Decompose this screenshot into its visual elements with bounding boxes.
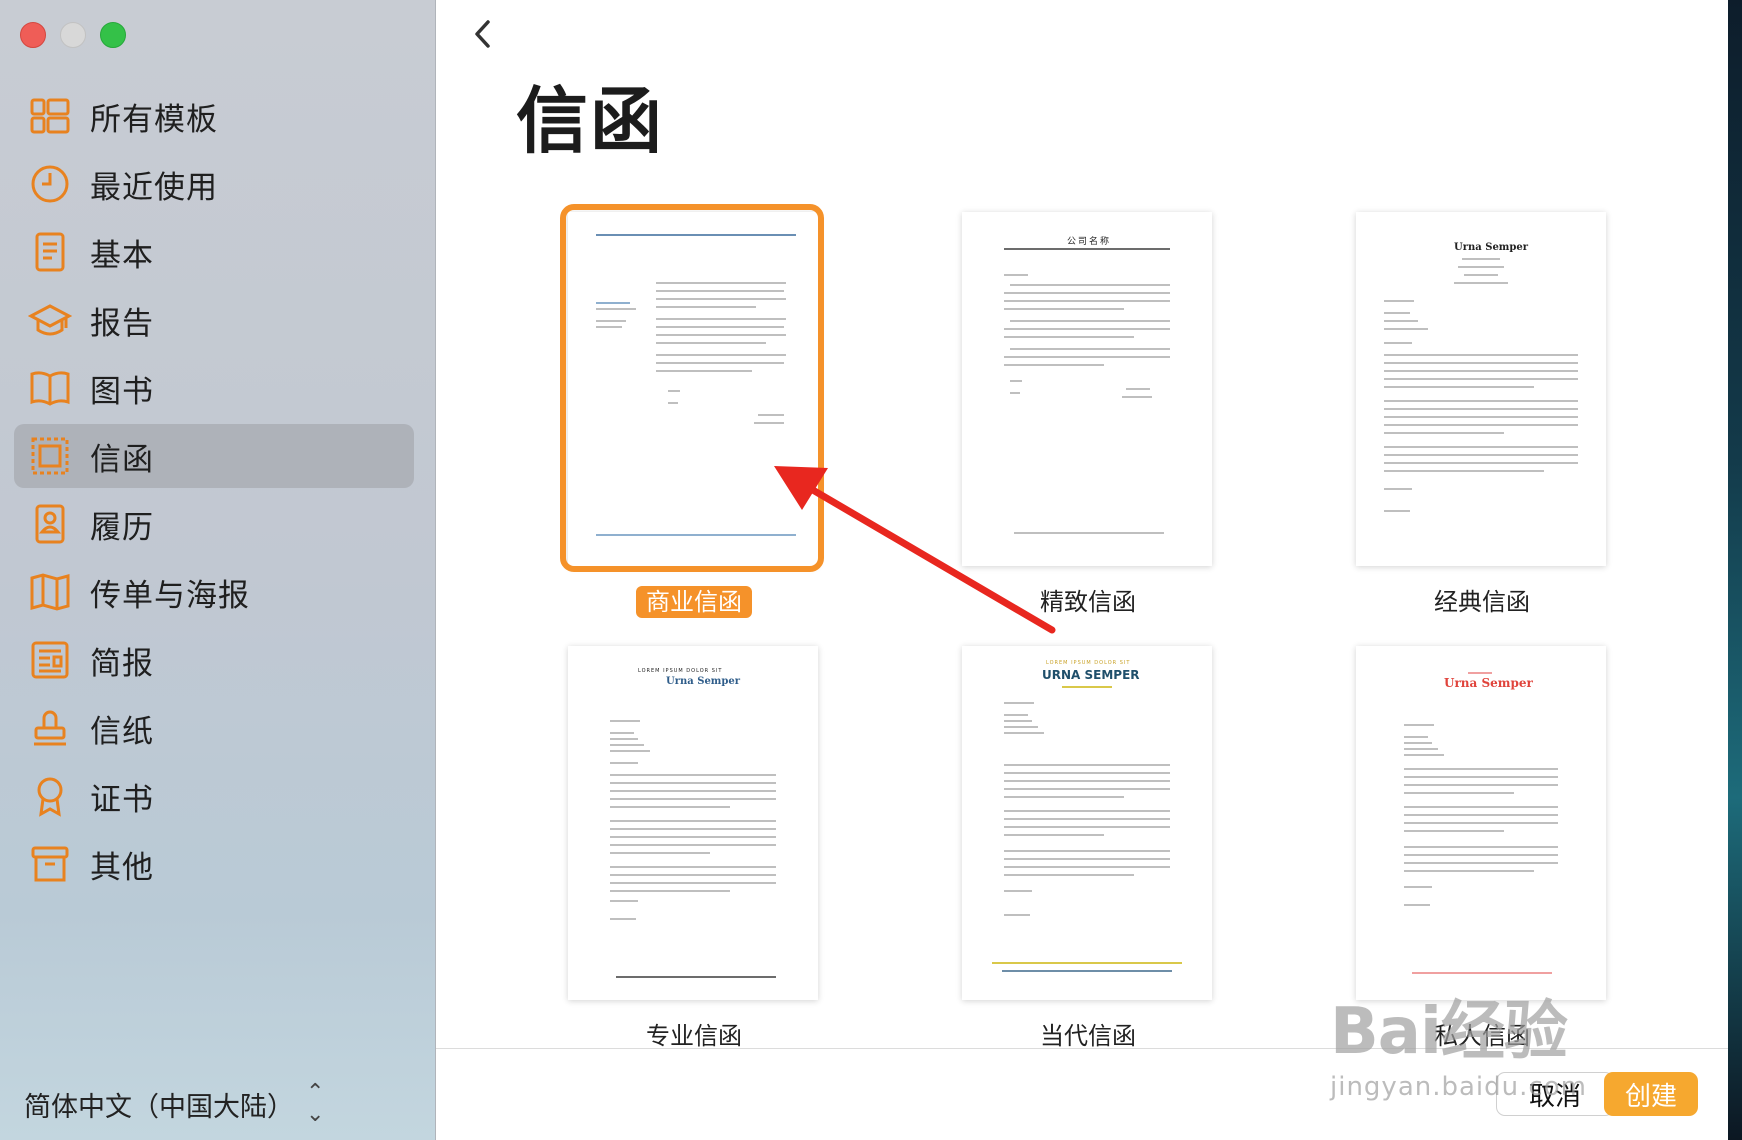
template-label: 当代信函 — [1040, 1022, 1136, 1050]
template-thumbnail: LOREM IPSUM DOLOR SIT URNA SEMPER — [962, 646, 1214, 1002]
clock-icon — [26, 160, 74, 208]
sidebar-item-label: 信纸 — [90, 713, 154, 750]
document-icon — [26, 228, 74, 276]
sidebar-item-recent[interactable]: 最近使用 — [14, 152, 414, 216]
window-maximize-button[interactable] — [100, 22, 126, 48]
desktop-background — [1728, 0, 1742, 1140]
sidebar-item-certificates[interactable]: 证书 — [14, 764, 414, 828]
language-label: 简体中文（中国大陆） — [24, 1091, 294, 1123]
sidebar-item-label: 信函 — [90, 441, 154, 478]
template-thumbnail: LOREM IPSUM DOLOR SIT Urna Semper — [568, 646, 820, 1002]
template-thumbnail: 公司名称 — [962, 212, 1214, 568]
sidebar-item-label: 履历 — [90, 509, 154, 546]
thumbnail-page: LOREM IPSUM DOLOR SIT Urna Semper — [568, 646, 818, 1000]
archive-box-icon — [26, 840, 74, 888]
resume-icon — [26, 500, 74, 548]
sidebar-item-label: 基本 — [90, 237, 154, 274]
language-selector[interactable]: 简体中文（中国大陆） ⌃ ⌄ — [24, 1082, 324, 1126]
all-templates-icon — [26, 92, 74, 140]
template-gallery: 信函 商业信函 公司名称 精致信函 Urna Semper 经典信函 LOREM… — [436, 0, 1738, 1140]
book-icon — [26, 364, 74, 412]
thumbnail-page: Urna Semper — [1356, 646, 1606, 1000]
sidebar-item-letters[interactable]: 信函 — [14, 424, 414, 488]
chevron-left-icon — [475, 20, 490, 48]
up-down-chevron-icon: ⌃ ⌄ — [306, 1080, 325, 1127]
template-label: 专业信函 — [646, 1022, 742, 1050]
sidebar-item-newsletters[interactable]: 简报 — [14, 628, 414, 692]
sidebar-item-basic[interactable]: 基本 — [14, 220, 414, 284]
thumbnail-page: LOREM IPSUM DOLOR SIT URNA SEMPER — [962, 646, 1212, 1000]
ribbon-award-icon — [26, 772, 74, 820]
template-label: 精致信函 — [1040, 588, 1136, 616]
template-professional-letter[interactable]: LOREM IPSUM DOLOR SIT Urna Semper 专业信函 — [568, 646, 820, 1051]
sidebar-item-label: 报告 — [90, 305, 154, 342]
template-contemporary-letter[interactable]: LOREM IPSUM DOLOR SIT URNA SEMPER 当代信函 — [962, 646, 1214, 1051]
window-close-button[interactable] — [20, 22, 46, 48]
map-flyer-icon — [26, 568, 74, 616]
sidebar-item-label: 最近使用 — [90, 169, 218, 206]
template-thumbnail — [560, 204, 824, 572]
sidebar-item-books[interactable]: 图书 — [14, 356, 414, 420]
page-title: 信函 — [516, 79, 665, 163]
window-minimize-button[interactable] — [60, 22, 86, 48]
thumbnail-page: Urna Semper — [1356, 212, 1606, 566]
sidebar-item-report[interactable]: 报告 — [14, 288, 414, 352]
template-thumbnail: Urna Semper — [1356, 212, 1608, 568]
template-thumbnail: Urna Semper — [1356, 646, 1608, 1002]
template-classic-letter[interactable]: Urna Semper 经典信函 — [1356, 212, 1608, 617]
sidebar-item-stationery[interactable]: 信纸 — [14, 696, 414, 760]
sidebar-item-resume[interactable]: 履历 — [14, 492, 414, 556]
sidebar-item-label: 简报 — [90, 645, 154, 682]
sidebar-item-all-templates[interactable]: 所有模板 — [14, 84, 414, 148]
sidebar-item-label: 传单与海报 — [90, 577, 250, 614]
template-label: 商业信函 — [568, 582, 820, 618]
sidebar-item-label: 图书 — [90, 373, 154, 410]
thumbnail-page — [568, 212, 818, 566]
graduation-cap-icon — [26, 296, 74, 344]
sidebar-item-label: 所有模板 — [90, 101, 218, 138]
thumbnail-page: 公司名称 — [962, 212, 1212, 566]
stamp-icon — [26, 704, 74, 752]
sidebar-item-label: 其他 — [90, 849, 154, 886]
sidebar-item-other[interactable]: 其他 — [14, 832, 414, 896]
newsletter-icon — [26, 636, 74, 684]
sidebar-item-label: 证书 — [90, 781, 154, 818]
sidebar-item-flyers-posters[interactable]: 传单与海报 — [14, 560, 414, 624]
category-list: 所有模板 最近使用 基本 报告 图书 信函 履历 传单与海报 简报 信纸 证书 … — [14, 84, 414, 900]
back-button[interactable] — [464, 14, 504, 54]
baidu-watermark: Bai经验 jingyan.baidu.com — [1330, 995, 1587, 1102]
template-label: 经典信函 — [1434, 588, 1530, 616]
pages-template-chooser-window: 所有模板 最近使用 基本 报告 图书 信函 履历 传单与海报 简报 信纸 证书 … — [0, 0, 1738, 1140]
create-button[interactable]: 创建 — [1604, 1072, 1698, 1116]
template-elegant-letter[interactable]: 公司名称 精致信函 — [962, 212, 1214, 617]
template-business-letter[interactable]: 商业信函 — [560, 204, 824, 618]
sidebar: 所有模板 最近使用 基本 报告 图书 信函 履历 传单与海报 简报 信纸 证书 … — [0, 0, 436, 1140]
stamp-letter-icon — [26, 432, 74, 480]
